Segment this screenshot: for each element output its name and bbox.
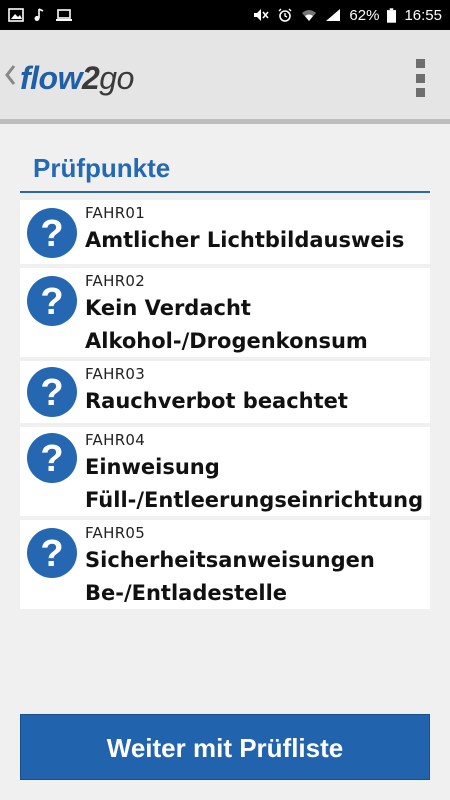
question-icon: ? — [27, 208, 77, 258]
item-title-line1: Kein Verdacht — [85, 296, 251, 320]
status-bar-left — [8, 8, 72, 22]
question-icon: ? — [27, 528, 77, 578]
item-title-line1: Sicherheitsanweisungen — [85, 548, 375, 572]
app-logo: flow2go — [20, 60, 134, 96]
svg-text:?: ? — [40, 372, 63, 414]
status-bar: 62% 16:55 — [0, 0, 450, 30]
chevron-left-icon[interactable] — [4, 64, 16, 86]
item-code: FAHR03 — [85, 365, 146, 383]
svg-text:?: ? — [40, 438, 63, 480]
question-icon: ? — [27, 276, 77, 326]
menu-dot — [415, 73, 425, 83]
alarm-icon — [278, 8, 292, 22]
svg-text:?: ? — [40, 281, 63, 323]
section-divider — [20, 191, 430, 193]
list-item[interactable]: ? FAHR04 Einweisung Füll-/Entleerungsein… — [20, 427, 430, 516]
list-item[interactable]: ? FAHR05 Sicherheitsanweisungen Be-/Entl… — [20, 520, 430, 609]
list-item[interactable]: ? FAHR01 Amtlicher Lichtbildausweis — [20, 200, 430, 264]
item-title-line2: Alkohol-/Drogenkonsum — [85, 329, 368, 353]
wifi-icon — [302, 10, 317, 21]
question-icon: ? — [27, 433, 77, 483]
logo-go: go — [99, 60, 134, 96]
music-note-icon — [34, 8, 44, 21]
section-title: Prüfpunkte — [33, 153, 171, 183]
item-title-line2: Füll-/Entleerungseinrichtung — [85, 488, 424, 512]
item-code: FAHR05 — [85, 524, 146, 542]
item-title-line1: Einweisung — [85, 455, 220, 479]
status-bar-right: 62% 16:55 — [253, 7, 442, 24]
menu-dot — [415, 59, 425, 68]
item-code: FAHR04 — [85, 431, 146, 449]
clock: 16:55 — [404, 6, 442, 24]
image-icon — [8, 8, 24, 22]
item-title-line2: Be-/Entladestelle — [85, 581, 288, 605]
list-item[interactable]: ? FAHR03 Rauchverbot beachtet — [20, 361, 430, 423]
menu-dot — [415, 88, 425, 97]
continue-checklist-button[interactable]: Weiter mit Prüfliste — [20, 714, 430, 780]
logo-two: 2 — [81, 60, 100, 96]
item-title: Rauchverbot beachtet — [85, 389, 348, 413]
battery-icon — [387, 7, 397, 23]
list-item[interactable]: ? FAHR02 Kein Verdacht Alkohol-/Drogenko… — [20, 268, 430, 357]
item-code: FAHR01 — [85, 204, 146, 222]
battery-percent: 62% — [349, 6, 380, 24]
question-icon: ? — [27, 367, 77, 417]
item-title: Amtlicher Lichtbildausweis — [85, 228, 405, 252]
logo-flow: flow — [20, 60, 82, 96]
app-bar: flow2go — [0, 30, 450, 124]
item-code: FAHR02 — [85, 272, 146, 290]
mute-icon — [254, 9, 270, 21]
laptop-icon — [56, 9, 72, 21]
overflow-menu-icon[interactable] — [410, 59, 430, 97]
svg-text:?: ? — [40, 533, 63, 575]
signal-icon — [326, 9, 341, 21]
svg-text:?: ? — [40, 213, 63, 255]
